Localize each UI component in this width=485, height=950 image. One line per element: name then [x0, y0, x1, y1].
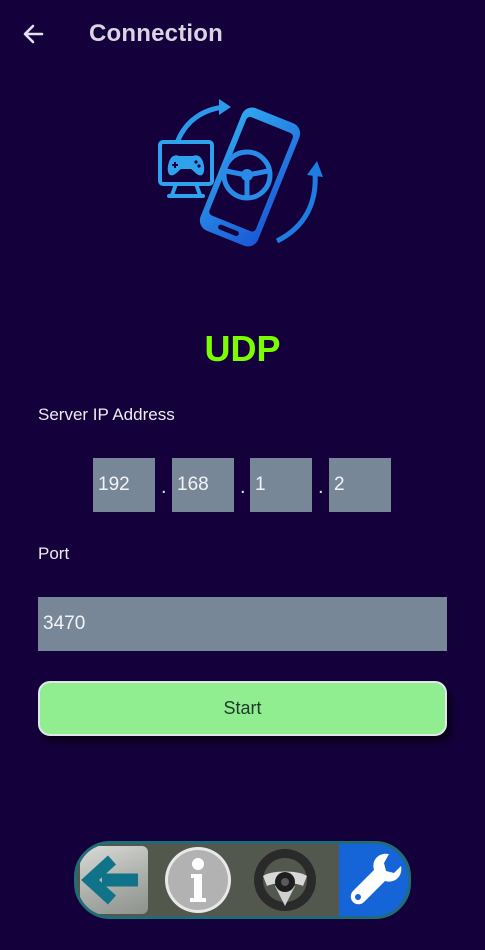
port-label: Port: [38, 544, 70, 563]
steering-wheel-icon: [254, 849, 316, 911]
ip-separator: .: [161, 476, 167, 498]
ip-octet-2-input[interactable]: [172, 458, 234, 512]
nav-settings-button[interactable]: [339, 844, 408, 916]
ip-octet-3-input[interactable]: [250, 458, 312, 512]
bottom-nav-bar: [74, 841, 411, 919]
nav-info-button[interactable]: [164, 846, 232, 914]
server-ip-label: Server IP Address: [38, 405, 175, 424]
page-title: Connection: [89, 20, 223, 47]
ip-separator: .: [318, 476, 324, 498]
back-arrow-icon[interactable]: [20, 20, 48, 48]
ip-separator: .: [240, 476, 246, 498]
phone-steering-wheel-gamepad-sync-icon: [155, 95, 330, 260]
app-bar: Connection: [0, 0, 485, 70]
wrench-icon: [350, 853, 402, 905]
ip-octet-4-input[interactable]: [329, 458, 391, 512]
info-icon: [165, 847, 231, 913]
nav-back-button[interactable]: [80, 846, 148, 914]
ip-octet-1-input[interactable]: [93, 458, 155, 512]
back-arrow-icon: [81, 855, 138, 905]
protocol-heading: UDP: [204, 328, 281, 369]
port-input[interactable]: [38, 597, 447, 651]
nav-steering-button[interactable]: [251, 846, 319, 914]
start-button[interactable]: Start: [38, 681, 447, 736]
